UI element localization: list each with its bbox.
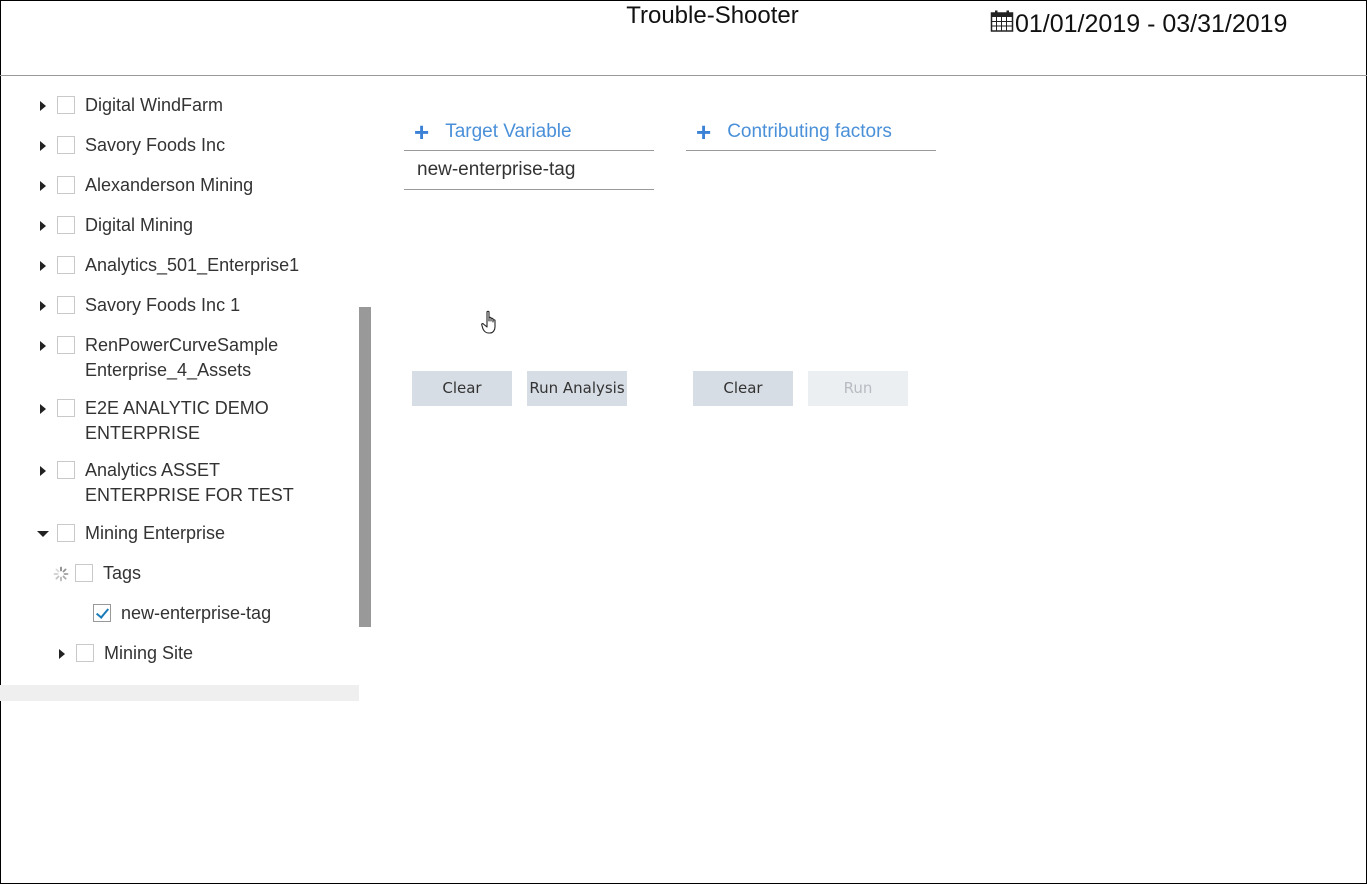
- loading-spinner-icon: [51, 561, 71, 586]
- clear-target-button[interactable]: Clear: [412, 371, 512, 406]
- tree-checkbox[interactable]: [57, 96, 75, 114]
- tree-checkbox[interactable]: [57, 461, 75, 479]
- tree-item-label: Analytics ASSET ENTERPRISE FOR TEST: [85, 458, 294, 508]
- date-range-picker[interactable]: 01/01/2019 - 03/31/2019: [990, 9, 1287, 40]
- tree-item[interactable]: Savory Foods Inc: [33, 133, 225, 158]
- tree-item-label-line: ENTERPRISE: [85, 423, 201, 443]
- run-analysis-button[interactable]: Run Analysis: [527, 371, 627, 406]
- tree-item[interactable]: Tags: [51, 561, 141, 586]
- tree-checkbox[interactable]: [76, 644, 94, 662]
- tree-item-label: Savory Foods Inc: [85, 135, 226, 155]
- tree-checkbox[interactable]: [57, 524, 75, 542]
- vertical-scrollbar[interactable]: [359, 77, 372, 701]
- collapse-caret-icon[interactable]: [33, 521, 53, 546]
- tree-item[interactable]: Analytics_501_Enterprise1: [33, 253, 299, 278]
- date-range-text: 01/01/2019 - 03/31/2019: [1015, 10, 1288, 38]
- tree-checkbox[interactable]: [57, 296, 75, 314]
- expand-caret-icon[interactable]: [33, 173, 53, 198]
- tree-item[interactable]: Analytics ASSET ENTERPRISE FOR TEST: [33, 458, 294, 508]
- asset-tree-sidebar: Digital WindFarm Savory Foods Inc Alexan…: [0, 77, 372, 701]
- contributing-factors-label: Contributing factors: [727, 120, 892, 142]
- tree-item-label: Digital Mining: [85, 215, 194, 235]
- tree-item-label-line: Analytics ASSET: [85, 460, 221, 480]
- tree-item-label: E2E ANALYTIC DEMO ENTERPRISE: [85, 396, 269, 446]
- expand-caret-icon[interactable]: [33, 396, 53, 421]
- tree-checkbox-checked[interactable]: [93, 604, 111, 622]
- target-variable-item[interactable]: new-enterprise-tag: [404, 152, 654, 190]
- expand-caret-icon[interactable]: [33, 93, 53, 118]
- expand-caret-icon[interactable]: [33, 458, 53, 483]
- target-variable-header[interactable]: + Target Variable: [404, 113, 654, 151]
- add-icon[interactable]: +: [414, 119, 429, 145]
- tree-checkbox[interactable]: [75, 564, 93, 582]
- tree-checkbox[interactable]: [57, 399, 75, 417]
- contributing-factors-header[interactable]: + Contributing factors: [686, 113, 936, 151]
- tree-item-label: Mining Site: [104, 643, 194, 663]
- tree-item-label: Savory Foods Inc 1: [85, 295, 241, 315]
- tree-item-label: Mining Enterprise: [85, 523, 226, 543]
- tree-item[interactable]: Mining Enterprise: [33, 521, 225, 546]
- tree-item[interactable]: Mining Site: [52, 641, 193, 666]
- expand-caret-icon[interactable]: [33, 333, 53, 358]
- tree-item[interactable]: new-enterprise-tag: [89, 601, 271, 626]
- tree-item[interactable]: Digital WindFarm: [33, 93, 223, 118]
- tree-item[interactable]: RenPowerCurveSample Enterprise_4_Assets: [33, 333, 278, 383]
- tree-item-label: Alexanderson Mining: [85, 175, 254, 195]
- tree-item-label: new-enterprise-tag: [121, 603, 272, 623]
- tree-item[interactable]: Digital Mining: [33, 213, 193, 238]
- tree-item-label-line: E2E ANALYTIC DEMO: [85, 398, 269, 418]
- add-icon[interactable]: +: [696, 119, 711, 145]
- tree-item-label: Analytics_501_Enterprise1: [85, 255, 300, 275]
- expand-caret-icon[interactable]: [33, 253, 53, 278]
- horizontal-scrollbar[interactable]: [0, 685, 359, 701]
- tree-item-label-line: Enterprise_4_Assets: [85, 360, 252, 380]
- target-variable-label: Target Variable: [445, 120, 572, 142]
- hand-cursor-icon: [481, 310, 501, 341]
- tree-checkbox[interactable]: [57, 136, 75, 154]
- clear-factors-button[interactable]: Clear: [693, 371, 793, 406]
- tree-checkbox[interactable]: [57, 256, 75, 274]
- calendar-icon: [990, 9, 1015, 40]
- tree-item-label: Tags: [103, 563, 142, 583]
- tree-checkbox[interactable]: [57, 216, 75, 234]
- tree-item-label-line: RenPowerCurveSample: [85, 335, 279, 355]
- tree-item-label: RenPowerCurveSample Enterprise_4_Assets: [85, 333, 278, 383]
- tree-checkbox[interactable]: [57, 176, 75, 194]
- tree-item[interactable]: E2E ANALYTIC DEMO ENTERPRISE: [33, 396, 269, 446]
- expand-caret-icon[interactable]: [33, 293, 53, 318]
- expand-caret-icon[interactable]: [52, 641, 72, 666]
- expand-caret-icon[interactable]: [33, 133, 53, 158]
- tree-item[interactable]: Savory Foods Inc 1: [33, 293, 240, 318]
- run-button[interactable]: Run: [808, 371, 908, 406]
- scrollbar-thumb[interactable]: [359, 307, 371, 627]
- header-bar: Trouble-Shooter 01/01/2019 - 03/31/2019: [0, 0, 1367, 76]
- tree-checkbox[interactable]: [57, 336, 75, 354]
- tree-item-label-line: ENTERPRISE FOR TEST: [85, 485, 294, 505]
- tree-item[interactable]: Alexanderson Mining: [33, 173, 253, 198]
- expand-caret-icon[interactable]: [33, 213, 53, 238]
- tree-item-label: Digital WindFarm: [85, 95, 224, 115]
